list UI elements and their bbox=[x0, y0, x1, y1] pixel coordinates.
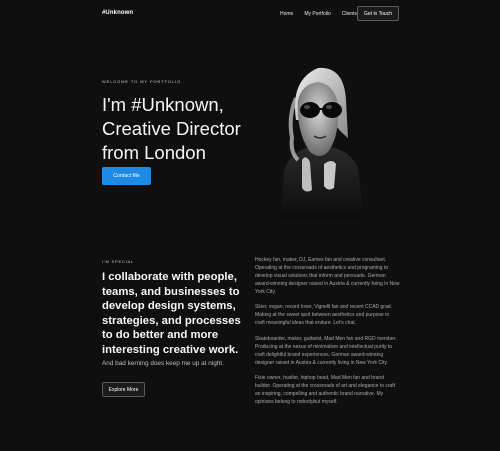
hero-eyebrow: WELCOME TO MY PORTFOLIO bbox=[102, 79, 182, 84]
nav-link-clients[interactable]: Clients bbox=[342, 11, 357, 17]
about-paragraph: Skateboarder, maker, guitarist, Mad Men … bbox=[255, 335, 397, 366]
about-subtext: And bad kerning does keep me up at night… bbox=[102, 360, 224, 367]
about-paragraph: Hockey fan, maker, DJ, Eames fan and cre… bbox=[255, 257, 400, 295]
nav-link-portfolio[interactable]: My Portfolio bbox=[304, 11, 330, 17]
hero-title: I'm #Unknown, Creative Director from Lon… bbox=[102, 94, 241, 163]
about-paragraph: Fixie owner, hustler, hiphop head, Mad M… bbox=[255, 374, 396, 405]
about-paragraph: Skier, vegan, record lover, Vignelli fan… bbox=[255, 304, 392, 327]
explore-more-button[interactable]: Explore More bbox=[102, 382, 145, 397]
get-in-touch-button[interactable]: Get in Touch bbox=[357, 6, 399, 21]
nav-link-home[interactable]: Home bbox=[280, 11, 293, 17]
about-heading: I collaborate with people, teams, and bu… bbox=[102, 271, 241, 356]
contact-me-button[interactable]: Contact Me bbox=[102, 167, 151, 185]
about-paragraphs: Hockey fan, maker, DJ, Eames fan and cre… bbox=[255, 256, 400, 413]
site-logo[interactable]: #Unknown bbox=[102, 10, 133, 16]
about-eyebrow: I'M SPECIAL bbox=[102, 259, 135, 264]
nav-links: Home My Portfolio Clients bbox=[280, 11, 357, 17]
top-nav: #Unknown Home My Portfolio Clients Get i… bbox=[0, 0, 500, 30]
portrait-image bbox=[280, 67, 364, 220]
